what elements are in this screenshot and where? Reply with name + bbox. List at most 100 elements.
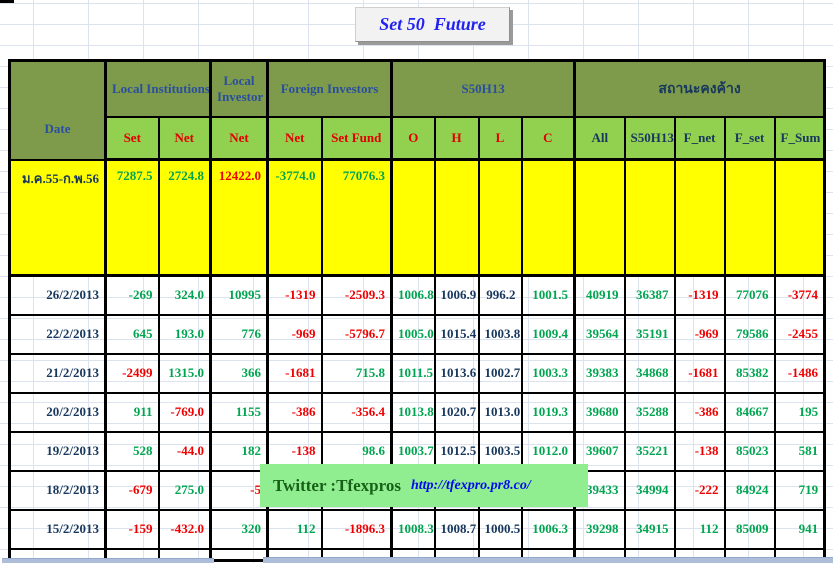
value-cell[interactable]: -386	[268, 393, 322, 432]
header-date[interactable]: Date	[10, 61, 106, 160]
value-cell[interactable]: 1006.8	[392, 276, 435, 315]
value-cell[interactable]: 366	[211, 354, 268, 393]
value-cell[interactable]: 39383	[575, 354, 625, 393]
date-cell[interactable]: 20/2/2013	[10, 393, 106, 432]
value-cell[interactable]: -2499	[106, 354, 159, 393]
value-cell[interactable]: -969	[268, 315, 322, 354]
value-cell[interactable]	[522, 160, 575, 276]
date-cell[interactable]: 15/2/2013	[10, 510, 106, 549]
value-cell[interactable]: -1319	[675, 276, 725, 315]
value-cell[interactable]: 1020.7	[435, 393, 479, 432]
value-cell[interactable]	[775, 160, 825, 276]
value-cell[interactable]: 1002.7	[479, 354, 522, 393]
date-cell[interactable]: 21/2/2013	[10, 354, 106, 393]
value-cell[interactable]: -44.0	[159, 432, 211, 471]
value-cell[interactable]: -1486	[775, 354, 825, 393]
value-cell[interactable]: 36387	[625, 276, 675, 315]
value-cell[interactable]: 645	[106, 315, 159, 354]
value-cell[interactable]: 1000.5	[479, 510, 522, 549]
title-button[interactable]: Set 50 Future	[355, 7, 510, 42]
value-cell[interactable]: 1155	[211, 393, 268, 432]
value-cell[interactable]: 1005.0	[392, 315, 435, 354]
value-cell[interactable]: 275.0	[159, 471, 211, 510]
value-cell[interactable]: -1319	[268, 276, 322, 315]
value-cell[interactable]	[435, 160, 479, 276]
subheader-c[interactable]: C	[522, 117, 575, 160]
value-cell[interactable]: 320	[211, 510, 268, 549]
value-cell[interactable]: 35221	[625, 432, 675, 471]
value-cell[interactable]: 12422.0	[211, 160, 268, 276]
value-cell[interactable]: 39298	[575, 510, 625, 549]
value-cell[interactable]: 85382	[725, 354, 775, 393]
value-cell[interactable]: -356.4	[322, 393, 392, 432]
value-cell[interactable]: 35191	[625, 315, 675, 354]
value-cell[interactable]: 941	[775, 510, 825, 549]
value-cell[interactable]: 40919	[575, 276, 625, 315]
value-cell[interactable]: -3774.0	[268, 160, 322, 276]
value-cell[interactable]: 1015.4	[435, 315, 479, 354]
value-cell[interactable]: -679	[106, 471, 159, 510]
value-cell[interactable]: 1003.3	[522, 354, 575, 393]
value-cell[interactable]: 77076.3	[322, 160, 392, 276]
value-cell[interactable]: 34915	[625, 510, 675, 549]
value-cell[interactable]: -2455	[775, 315, 825, 354]
value-cell[interactable]: 581	[775, 432, 825, 471]
value-cell[interactable]: 324.0	[159, 276, 211, 315]
value-cell[interactable]: -969	[675, 315, 725, 354]
subheader-net-inst[interactable]: Net	[159, 117, 211, 160]
value-cell[interactable]: -386	[675, 393, 725, 432]
value-cell[interactable]: 182	[211, 432, 268, 471]
subheader-all[interactable]: All	[575, 117, 625, 160]
value-cell[interactable]: 1013.0	[479, 393, 522, 432]
subheader-set[interactable]: Set	[106, 117, 159, 160]
value-cell[interactable]: 528	[106, 432, 159, 471]
value-cell[interactable]	[211, 549, 268, 561]
value-cell[interactable]: 1009.4	[522, 315, 575, 354]
value-cell[interactable]: -159	[106, 510, 159, 549]
value-cell[interactable]: 10995	[211, 276, 268, 315]
subheader-f-sum[interactable]: F_Sum	[775, 117, 825, 160]
value-cell[interactable]: 1315.0	[159, 354, 211, 393]
value-cell[interactable]: 776	[211, 315, 268, 354]
header-local-investor[interactable]: Local Investor	[211, 61, 268, 117]
value-cell[interactable]: 1013.8	[392, 393, 435, 432]
subheader-h[interactable]: H	[435, 117, 479, 160]
value-cell[interactable]: -222	[675, 471, 725, 510]
value-cell[interactable]: 85023	[725, 432, 775, 471]
value-cell[interactable]: -1896.3	[322, 510, 392, 549]
value-cell[interactable]: 39680	[575, 393, 625, 432]
subheader-l[interactable]: L	[479, 117, 522, 160]
value-cell[interactable]: 7287.5	[106, 160, 159, 276]
value-cell[interactable]: 79586	[725, 315, 775, 354]
value-cell[interactable]: -5	[211, 471, 268, 510]
value-cell[interactable]: -3774	[775, 276, 825, 315]
value-cell[interactable]: 35288	[625, 393, 675, 432]
value-cell[interactable]: 84667	[725, 393, 775, 432]
value-cell[interactable]: 1006.9	[435, 276, 479, 315]
subheader-o[interactable]: O	[392, 117, 435, 160]
value-cell[interactable]: 1001.5	[522, 276, 575, 315]
value-cell[interactable]: -769.0	[159, 393, 211, 432]
value-cell[interactable]	[725, 160, 775, 276]
value-cell[interactable]	[575, 160, 625, 276]
value-cell[interactable]: -269	[106, 276, 159, 315]
value-cell[interactable]: 34994	[625, 471, 675, 510]
value-cell[interactable]	[479, 160, 522, 276]
value-cell[interactable]: 193.0	[159, 315, 211, 354]
subheader-s50h13[interactable]: S50H13	[625, 117, 675, 160]
subheader-f-net[interactable]: F_net	[675, 117, 725, 160]
value-cell[interactable]: -2509.3	[322, 276, 392, 315]
value-cell[interactable]: 1019.3	[522, 393, 575, 432]
value-cell[interactable]: 112	[268, 510, 322, 549]
value-cell[interactable]: 1006.3	[522, 510, 575, 549]
header-local-institutions[interactable]: Local Institutions	[106, 61, 211, 117]
value-cell[interactable]: -1681	[268, 354, 322, 393]
value-cell[interactable]: 195	[775, 393, 825, 432]
value-cell[interactable]: -5796.7	[322, 315, 392, 354]
value-cell[interactable]: 715.8	[322, 354, 392, 393]
watermark-url-link[interactable]: http://tfexpro.pr8.co/	[411, 478, 531, 494]
subheader-net-foreign[interactable]: Net	[268, 117, 322, 160]
header-foreign-investors[interactable]: Foreign Investors	[268, 61, 392, 117]
date-cell[interactable]: ม.ค.55-ก.พ.56	[10, 160, 106, 276]
date-cell[interactable]: 19/2/2013	[10, 432, 106, 471]
